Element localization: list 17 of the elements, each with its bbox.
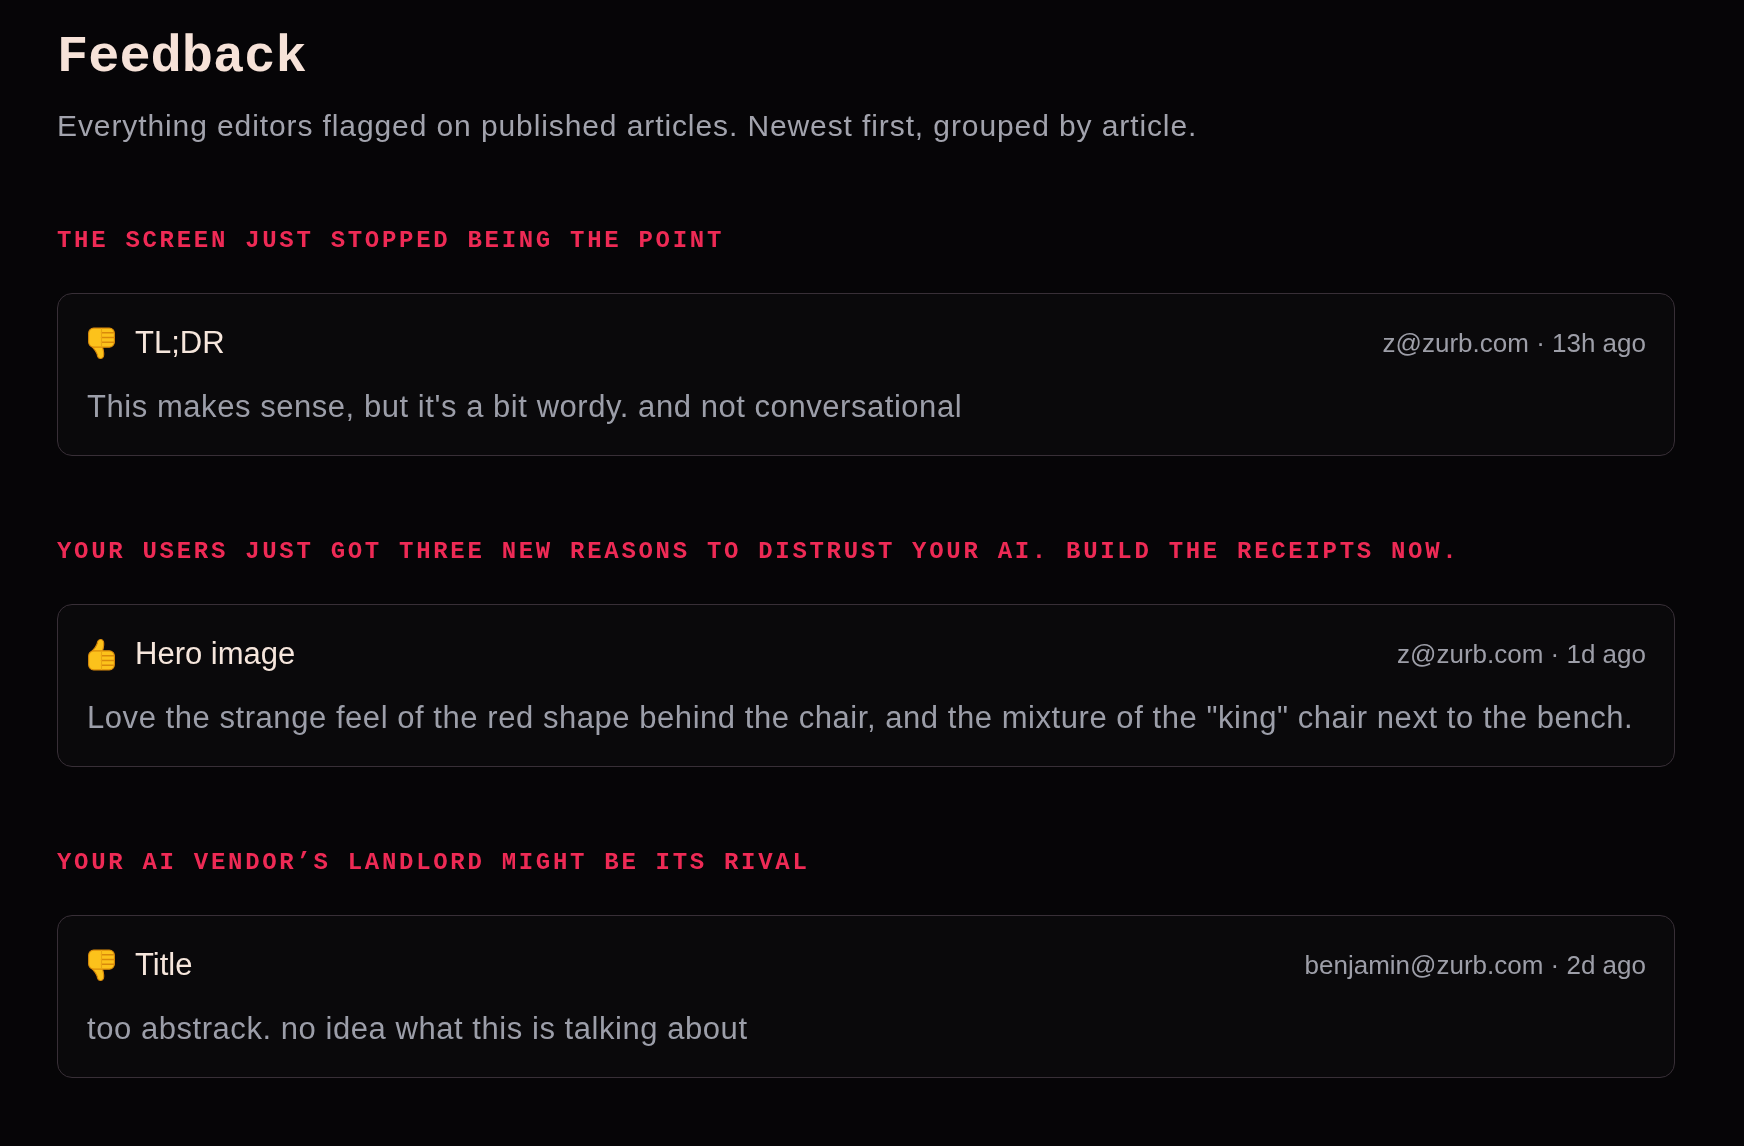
page-title: Feedback <box>57 28 308 88</box>
feedback-comment: This makes sense, but it's a bit wordy. and not conversational <box>87 388 964 426</box>
thumbs-up-icon <box>86 637 117 671</box>
thumbs-down-icon <box>86 326 117 360</box>
article-heading: THE SCREEN JUST STOPPED BEING THE POINT <box>57 226 725 256</box>
feedback-meta: z@zurb.com · 13h ago <box>1382 327 1646 360</box>
feedback-meta: benjamin@zurb.com · 2d ago <box>1304 949 1646 982</box>
feedback-meta: z@zurb.com · 1d ago <box>1397 638 1646 671</box>
article-heading: YOUR AI VENDOR’S LANDLORD MIGHT BE ITS RIVAL <box>57 848 811 878</box>
feedback-title: TL;DR <box>135 325 225 361</box>
thumbs-down-icon <box>86 948 117 982</box>
feedback-title: Title <box>135 947 193 983</box>
article-heading: YOUR USERS JUST GOT THREE NEW REASONS TO DISTRUST YOUR AI. BUILD THE RECEIPTS NOW. <box>57 537 1461 567</box>
feedback-title: Hero image <box>135 636 296 672</box>
page-subtitle: Everything editors flagged on published articles. Newest first, grouped by article. <box>57 108 1199 144</box>
feedback-comment: too abstrack. no idea what this is talking about <box>87 1010 749 1048</box>
feedback-comment: Love the strange feel of the red shape behind the chair, and the mixture of the "king" chair next to the bench. <box>87 699 1635 737</box>
